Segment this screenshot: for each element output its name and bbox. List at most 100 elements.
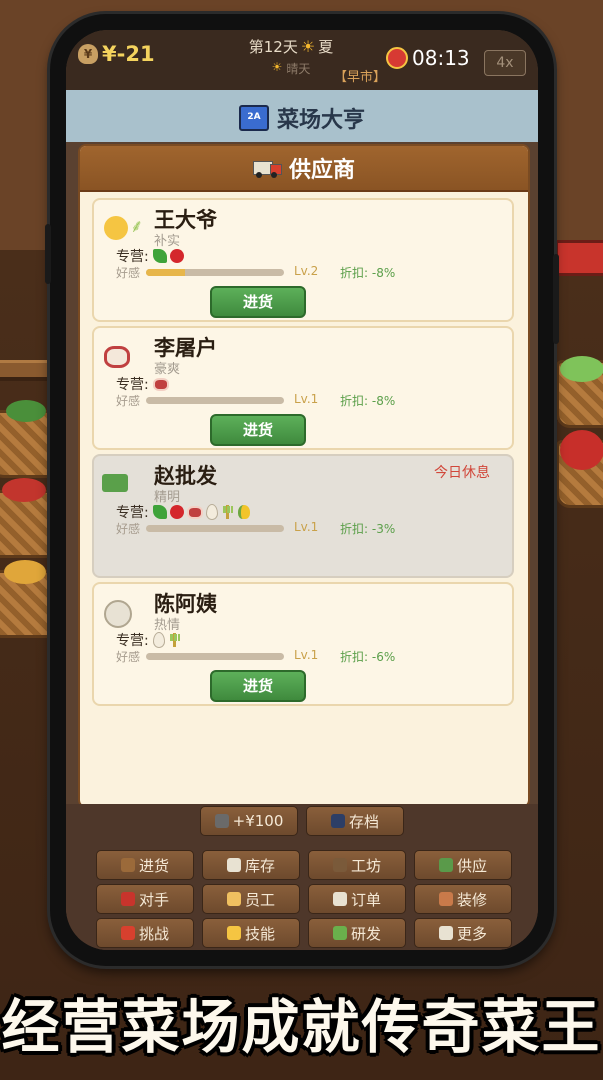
ad-reward-label: +¥100 xyxy=(232,812,284,830)
menu-button-5[interactable]: 对手 xyxy=(96,884,194,914)
palette-icon xyxy=(438,892,453,906)
order-icon xyxy=(332,892,347,906)
vegetable-icon xyxy=(152,249,167,263)
hammer-icon xyxy=(332,858,347,872)
meat-icon xyxy=(152,377,169,391)
menu-button-8[interactable]: 装修 xyxy=(414,884,512,914)
apple-icon xyxy=(169,249,184,263)
favor-bar xyxy=(146,269,285,276)
clipboard-icon xyxy=(226,858,241,872)
favor-row: 好感 xyxy=(116,264,285,281)
menu-button-label: 更多 xyxy=(456,924,487,943)
favor-label: 好感 xyxy=(116,394,141,408)
day-label: 第12天 xyxy=(248,38,298,56)
grandma-avatar-icon xyxy=(104,600,132,628)
status-bar: ¥ ¥-21 第12天 ☀ 夏 ☀ 晴天 【早市】 08:13 4x xyxy=(66,30,538,90)
menu-button-label: 进货 xyxy=(138,856,169,875)
menu-button-label: 工坊 xyxy=(350,856,381,875)
supplier-discount: 折扣: -8% xyxy=(340,394,396,408)
alarm-clock-icon xyxy=(386,47,408,69)
specialty-label: 专营: xyxy=(116,633,149,649)
menu-button-12[interactable]: 更多 xyxy=(414,918,512,948)
specialty-row: 专营: xyxy=(116,630,182,650)
menu-button-2[interactable]: 库存 xyxy=(202,850,300,880)
specialty-items xyxy=(152,249,184,263)
panel-title: 供应商 xyxy=(288,158,355,183)
meat-avatar-icon xyxy=(104,346,130,368)
background-potatoes xyxy=(4,560,46,584)
supplier-level: Lv.2 xyxy=(294,264,319,278)
buy-button[interactable]: 进货 xyxy=(210,414,306,446)
specialty-label: 专营: xyxy=(116,505,149,521)
save-label: 存档 xyxy=(348,812,379,831)
buy-button[interactable]: 进货 xyxy=(210,286,306,318)
worker-icon xyxy=(226,892,241,906)
menu-button-label: 挑战 xyxy=(138,924,169,943)
menu-button-label: 研发 xyxy=(350,924,381,943)
specialty-label: 专营: xyxy=(116,249,149,265)
favor-label: 好感 xyxy=(116,522,141,536)
bottom-menu: +¥100 存档 进货 库存 工坊 供应对手 员工 订单 装修挑战 技能 研发 更多 xyxy=(66,804,538,950)
time-value: 08:13 xyxy=(412,46,470,70)
specialty-row: 专营: xyxy=(116,246,184,266)
menu-button-7[interactable]: 订单 xyxy=(308,884,406,914)
supplier-card: ⸙ 王大爷 补实 专营: 好感 Lv.2 折扣: -8% 进货 xyxy=(92,198,514,322)
favor-label: 好感 xyxy=(116,650,141,664)
menu-button-10[interactable]: 技能 xyxy=(202,918,300,948)
specialty-items xyxy=(152,377,169,391)
truck-icon xyxy=(438,858,453,872)
save-button[interactable]: 存档 xyxy=(306,806,404,836)
background-cabbage xyxy=(560,356,603,382)
menu-button-label: 订单 xyxy=(350,890,381,909)
shop-icon xyxy=(120,892,135,906)
supplier-discount: 折扣: -6% xyxy=(340,650,396,664)
favor-row: 好感 xyxy=(116,648,285,665)
floppy-disk-icon xyxy=(330,814,345,828)
wheat-icon xyxy=(220,505,235,519)
cucumber-icon xyxy=(332,926,347,940)
menu-button-3[interactable]: 工坊 xyxy=(308,850,406,880)
supplier-discount: 折扣: -8% xyxy=(340,266,396,280)
speed-button[interactable]: 4x xyxy=(484,50,526,76)
egg-icon xyxy=(152,632,165,648)
book-icon xyxy=(438,926,453,940)
season-label: 夏 xyxy=(318,38,334,56)
menu-button-label: 装修 xyxy=(456,890,487,909)
buy-button[interactable]: 进货 xyxy=(210,670,306,702)
vegetable-icon xyxy=(152,505,167,519)
menu-button-9[interactable]: 挑战 xyxy=(96,918,194,948)
supplier-level: Lv.1 xyxy=(294,392,319,406)
favor-bar-fill xyxy=(146,269,185,276)
game-screen: ¥ ¥-21 第12天 ☀ 夏 ☀ 晴天 【早市】 08:13 4x 2A 菜场… xyxy=(66,30,538,950)
apple-icon xyxy=(169,505,184,519)
star-icon xyxy=(226,926,241,940)
rest-status: 今日休息 xyxy=(434,465,490,481)
specialty-items xyxy=(152,632,182,648)
phone-side-button xyxy=(45,224,51,284)
money-value: ¥-21 xyxy=(102,42,155,66)
specialty-row: 专营: xyxy=(116,374,169,394)
favor-bar xyxy=(146,525,285,532)
money-display: ¥ ¥-21 xyxy=(78,42,155,66)
phone-side-button xyxy=(553,254,559,344)
menu-button-11[interactable]: 研发 xyxy=(308,918,406,948)
background-tomatoes xyxy=(2,478,46,502)
menu-button-6[interactable]: 员工 xyxy=(202,884,300,914)
supplier-card: 李屠户 豪爽 专营: 好感 Lv.1 折扣: -8% 进货 xyxy=(92,326,514,450)
background-shelf-left xyxy=(0,360,50,381)
menu-button-4[interactable]: 供应 xyxy=(414,850,512,880)
watch-ad-button[interactable]: +¥100 xyxy=(200,806,298,836)
sun-icon: ☀ xyxy=(300,37,316,56)
favor-row: 好感 xyxy=(116,392,285,409)
menu-button-label: 库存 xyxy=(244,856,275,875)
menu-button-label: 员工 xyxy=(244,890,275,909)
clock-display: 08:13 xyxy=(386,46,470,70)
target-icon xyxy=(120,926,135,940)
menu-button-1[interactable]: 进货 xyxy=(96,850,194,880)
specialty-label: 专营: xyxy=(116,377,149,393)
favor-bar xyxy=(146,397,285,404)
favor-bar xyxy=(146,653,285,660)
supplier-card: 陈阿姨 热情 专营: 好感 Lv.1 折扣: -6% 进货 xyxy=(92,582,514,706)
panel-header: 供应商 xyxy=(80,146,528,192)
specialty-items xyxy=(152,504,250,520)
